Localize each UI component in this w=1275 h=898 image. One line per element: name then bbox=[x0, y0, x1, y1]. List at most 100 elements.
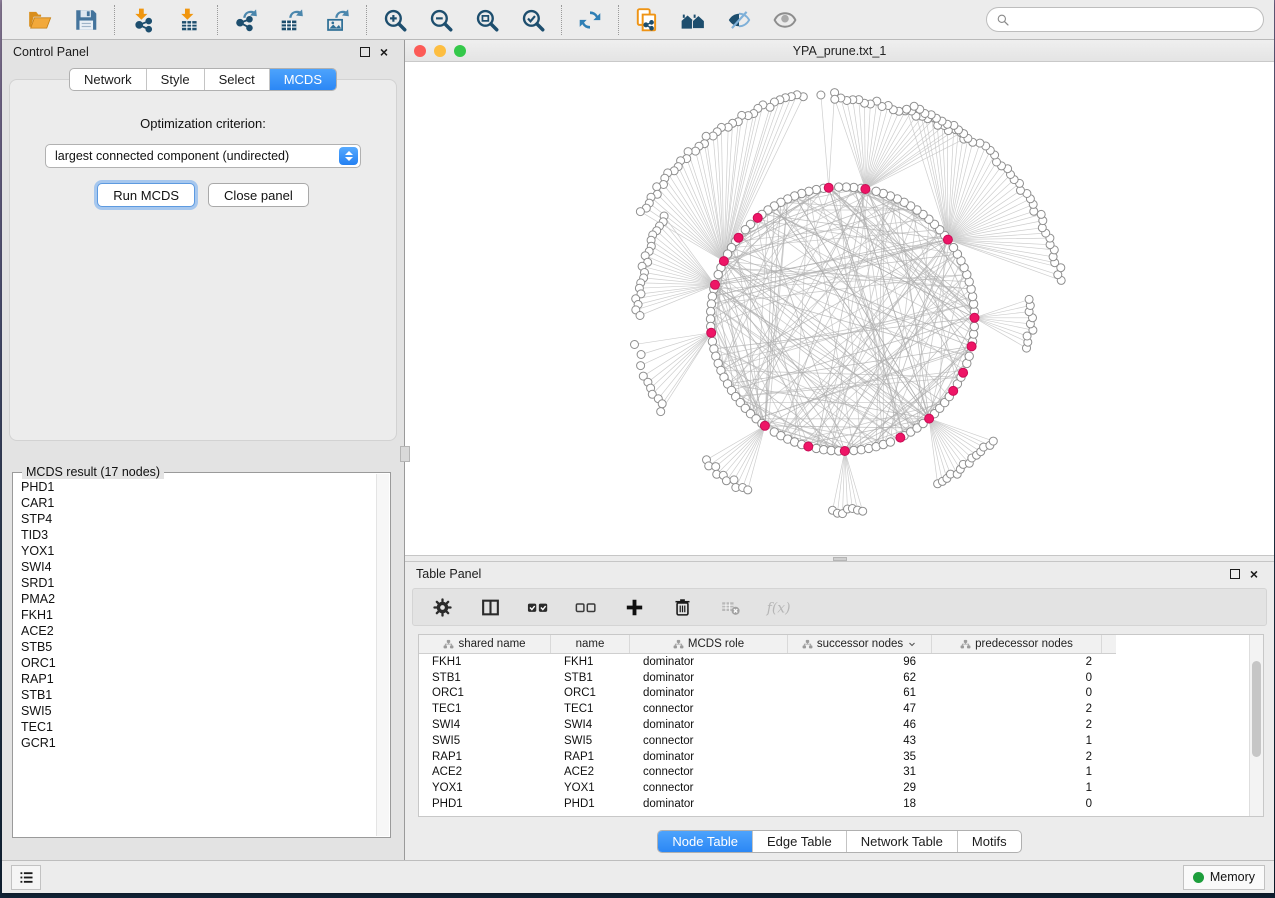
delete-column-button[interactable] bbox=[669, 594, 695, 620]
mcds-result-item[interactable]: STB5 bbox=[21, 639, 375, 655]
column-header-name[interactable]: name bbox=[551, 635, 630, 653]
mcds-result-item[interactable]: ORC1 bbox=[21, 655, 375, 671]
export-table-button[interactable] bbox=[277, 5, 307, 35]
column-header-predecessor-nodes[interactable]: predecessor nodes bbox=[932, 635, 1102, 653]
criterion-selected-value: largest connected component (undirected) bbox=[55, 149, 289, 163]
deselect-all-button[interactable] bbox=[573, 594, 599, 620]
table-row[interactable]: FKH1FKH1dominator962 bbox=[419, 654, 1263, 670]
mcds-result-item[interactable]: PHD1 bbox=[21, 479, 375, 495]
zoom-selected-button[interactable] bbox=[518, 5, 548, 35]
clear-table-button bbox=[717, 594, 743, 620]
table-row[interactable]: TEC1TEC1connector472 bbox=[419, 701, 1263, 717]
mcds-result-item[interactable]: STB1 bbox=[21, 687, 375, 703]
import-network-button[interactable] bbox=[128, 5, 158, 35]
tab-network[interactable]: Network bbox=[70, 69, 146, 90]
horizontal-splitter[interactable] bbox=[405, 555, 1274, 562]
zoom-selected-icon bbox=[520, 7, 546, 33]
node-table-scrollbar[interactable] bbox=[1249, 635, 1263, 816]
select-all-button[interactable] bbox=[525, 594, 551, 620]
mcds-result-item[interactable]: YOX1 bbox=[21, 543, 375, 559]
export-network-button[interactable] bbox=[231, 5, 261, 35]
import-network-icon bbox=[130, 7, 156, 33]
cell-successor-nodes: 43 bbox=[788, 735, 932, 747]
mcds-result-item[interactable]: GCR1 bbox=[21, 735, 375, 751]
table-row[interactable]: ACE2ACE2connector311 bbox=[419, 765, 1263, 781]
node-table-scrollbar-thumb[interactable] bbox=[1252, 661, 1261, 757]
window-maximize-icon[interactable] bbox=[454, 45, 466, 57]
deselect-all-icon bbox=[573, 597, 599, 618]
mcds-result-scrollbar[interactable] bbox=[376, 474, 389, 836]
table-panel-close-button[interactable]: × bbox=[1250, 569, 1258, 579]
delete-column-icon bbox=[672, 597, 693, 618]
horizontal-splitter-handle[interactable] bbox=[833, 557, 847, 561]
cell-shared-name: TEC1 bbox=[419, 703, 551, 715]
table-panel-float-button[interactable] bbox=[1230, 569, 1240, 579]
share-document-button[interactable] bbox=[632, 5, 662, 35]
mcds-result-item[interactable]: CAR1 bbox=[21, 495, 375, 511]
mcds-result-item[interactable]: TID3 bbox=[21, 527, 375, 543]
cell-mcds-role: dominator bbox=[630, 719, 788, 731]
table-tab-node-table[interactable]: Node Table bbox=[658, 831, 752, 852]
memory-button[interactable]: Memory bbox=[1183, 865, 1265, 890]
toggle-panel-button[interactable] bbox=[477, 594, 503, 620]
cell-shared-name: RAP1 bbox=[419, 751, 551, 763]
network-canvas[interactable] bbox=[405, 62, 1274, 555]
cybrowser-button[interactable] bbox=[678, 5, 708, 35]
hide-graphics-button[interactable] bbox=[724, 5, 754, 35]
mcds-result-item[interactable]: RAP1 bbox=[21, 671, 375, 687]
import-table-button[interactable] bbox=[174, 5, 204, 35]
window-minimize-icon[interactable] bbox=[434, 45, 446, 57]
mcds-result-item[interactable]: TEC1 bbox=[21, 719, 375, 735]
zoom-in-button[interactable] bbox=[380, 5, 410, 35]
cell-successor-nodes: 31 bbox=[788, 766, 932, 778]
save-session-icon bbox=[73, 7, 99, 33]
table-row[interactable]: ORC1ORC1dominator610 bbox=[419, 686, 1263, 702]
search-input[interactable] bbox=[1015, 13, 1254, 27]
search-box[interactable] bbox=[986, 7, 1264, 32]
table-row[interactable]: STB1STB1dominator620 bbox=[419, 670, 1263, 686]
cell-shared-name: PHD1 bbox=[419, 798, 551, 810]
zoom-fit-button[interactable] bbox=[472, 5, 502, 35]
gear-settings-button[interactable] bbox=[429, 594, 455, 620]
mcds-result-item[interactable]: SWI5 bbox=[21, 703, 375, 719]
window-close-icon[interactable] bbox=[414, 45, 426, 57]
run-mcds-button[interactable]: Run MCDS bbox=[97, 183, 195, 207]
control-panel-close-button[interactable]: × bbox=[380, 47, 388, 57]
mcds-result-item[interactable]: STP4 bbox=[21, 511, 375, 527]
export-image-button[interactable] bbox=[323, 5, 353, 35]
tab-mcds[interactable]: MCDS bbox=[269, 69, 336, 90]
tab-style[interactable]: Style bbox=[146, 69, 204, 90]
mcds-result-item[interactable]: PMA2 bbox=[21, 591, 375, 607]
refresh-layout-button[interactable] bbox=[575, 5, 605, 35]
task-history-button[interactable] bbox=[11, 865, 41, 890]
table-tab-edge-table[interactable]: Edge Table bbox=[752, 831, 846, 852]
zoom-out-button[interactable] bbox=[426, 5, 456, 35]
column-header-successor-nodes[interactable]: successor nodes bbox=[788, 635, 932, 653]
network-window-title: YPA_prune.txt_1 bbox=[793, 44, 887, 58]
open-file-button[interactable] bbox=[25, 5, 55, 35]
mcds-result-item[interactable]: FKH1 bbox=[21, 607, 375, 623]
export-image-icon bbox=[325, 7, 351, 33]
vertical-splitter-handle[interactable] bbox=[400, 446, 410, 462]
column-header-shared-name[interactable]: shared name bbox=[419, 635, 551, 653]
close-panel-button[interactable]: Close panel bbox=[208, 183, 309, 207]
show-graphics-button[interactable] bbox=[770, 5, 800, 35]
control-panel-float-button[interactable] bbox=[360, 47, 370, 57]
table-row[interactable]: YOX1YOX1connector291 bbox=[419, 780, 1263, 796]
criterion-select[interactable]: largest connected component (undirected) bbox=[45, 144, 361, 168]
table-tab-motifs[interactable]: Motifs bbox=[957, 831, 1021, 852]
mcds-result-item[interactable]: SWI4 bbox=[21, 559, 375, 575]
mcds-result-item[interactable]: SRD1 bbox=[21, 575, 375, 591]
table-row[interactable]: PHD1PHD1dominator180 bbox=[419, 796, 1263, 812]
tab-select[interactable]: Select bbox=[204, 69, 269, 90]
cell-successor-nodes: 29 bbox=[788, 782, 932, 794]
table-row[interactable]: RAP1RAP1dominator352 bbox=[419, 749, 1263, 765]
mcds-result-list: PHD1CAR1STP4TID3YOX1SWI4SRD1PMA2FKH1ACE2… bbox=[14, 474, 375, 836]
column-header-mcds-role[interactable]: MCDS role bbox=[630, 635, 788, 653]
mcds-result-item[interactable]: ACE2 bbox=[21, 623, 375, 639]
create-column-button[interactable] bbox=[621, 594, 647, 620]
table-row[interactable]: SWI4SWI4dominator462 bbox=[419, 717, 1263, 733]
save-session-button[interactable] bbox=[71, 5, 101, 35]
table-row[interactable]: SWI5SWI5connector431 bbox=[419, 733, 1263, 749]
table-tab-network-table[interactable]: Network Table bbox=[846, 831, 957, 852]
